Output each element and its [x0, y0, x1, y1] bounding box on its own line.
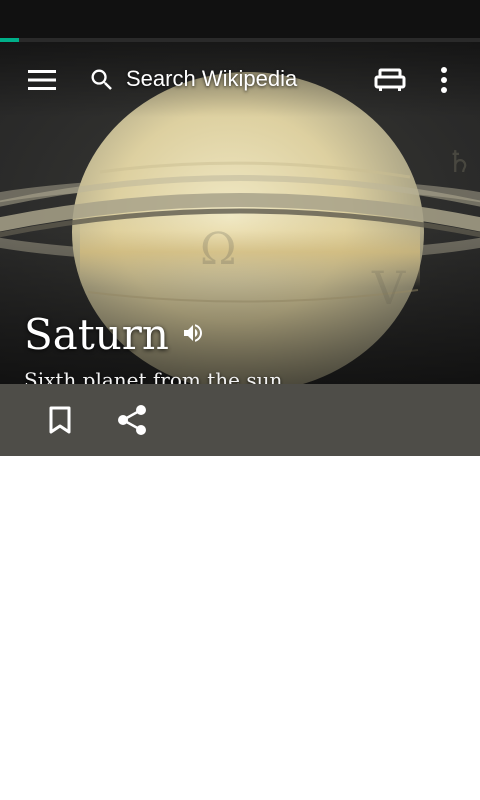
share-icon[interactable] — [110, 398, 154, 442]
article-action-bar — [0, 384, 480, 456]
reading-lists-icon[interactable] — [368, 58, 412, 102]
status-bar — [0, 0, 480, 38]
article-description: Sixth planet from the sun — [24, 368, 283, 384]
menu-icon[interactable] — [22, 58, 62, 102]
bookmark-icon[interactable] — [38, 398, 82, 442]
article-screen: Ω V ♄ Saturn Sixth planet from the sun — [0, 0, 480, 800]
article-header: Saturn — [24, 306, 205, 364]
article-body — [0, 456, 480, 800]
more-vert-icon[interactable] — [428, 58, 460, 102]
article-title: Saturn — [24, 310, 169, 359]
top-toolbar: Search Wikipedia — [0, 42, 480, 118]
search-input[interactable]: Search Wikipedia — [126, 66, 297, 92]
speaker-icon[interactable] — [181, 321, 205, 350]
search-icon[interactable] — [84, 58, 120, 102]
